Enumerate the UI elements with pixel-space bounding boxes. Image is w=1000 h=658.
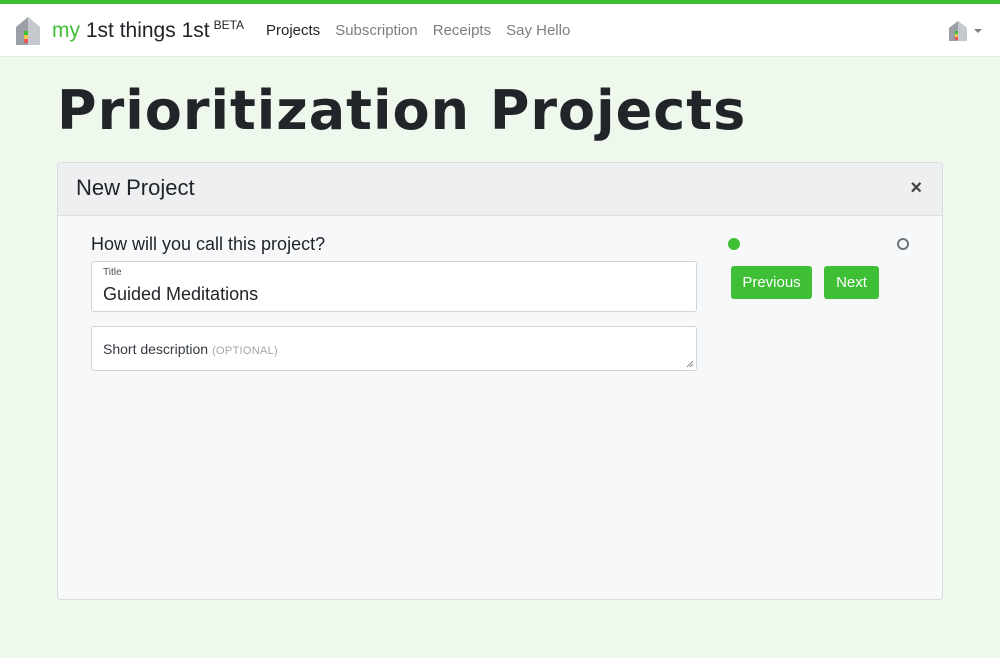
nav-receipts[interactable]: Receipts (433, 22, 491, 40)
description-placeholder-text: Short description (103, 341, 209, 357)
new-project-card: New Project × How will you call this pro… (57, 162, 943, 600)
brand-name[interactable]: my 1st things 1st BETA (52, 18, 245, 45)
description-field[interactable]: Short description (OPTIONAL) (91, 326, 697, 371)
brand-prefix: my (52, 19, 80, 42)
caret-down-icon (974, 29, 982, 33)
optional-tag: (OPTIONAL) (212, 345, 279, 357)
resize-grip-icon[interactable] (686, 360, 694, 368)
close-icon[interactable]: × (910, 178, 922, 198)
title-field[interactable]: Title Guided Meditations (91, 261, 697, 312)
step-indicator-current (728, 238, 740, 250)
step-indicator-next (897, 238, 909, 250)
title-field-label: Title (103, 267, 122, 278)
house-logo-icon[interactable] (14, 15, 42, 47)
navbar: my 1st things 1st BETA Projects Subscript… (0, 4, 1000, 57)
user-menu[interactable] (948, 20, 982, 42)
next-button[interactable]: Next (824, 266, 879, 299)
card-header: New Project × (58, 163, 942, 216)
brand-title: 1st things 1st (85, 19, 210, 42)
project-name-question: How will you call this project? (91, 234, 326, 254)
beta-badge: BETA (213, 18, 245, 32)
previous-button[interactable]: Previous (731, 266, 812, 299)
page-title: Prioritization Projects (57, 79, 747, 142)
nav-subscription[interactable]: Subscription (335, 22, 418, 40)
user-avatar-icon (949, 21, 967, 41)
nav-projects[interactable]: Projects (266, 22, 320, 40)
nav-say-hello[interactable]: Say Hello (506, 22, 570, 40)
card-title: New Project (76, 175, 195, 200)
title-field-value[interactable]: Guided Meditations (103, 283, 258, 305)
main-nav: Projects Subscription Receipts Say Hello (266, 22, 570, 40)
description-placeholder: Short description (OPTIONAL) (103, 341, 278, 357)
